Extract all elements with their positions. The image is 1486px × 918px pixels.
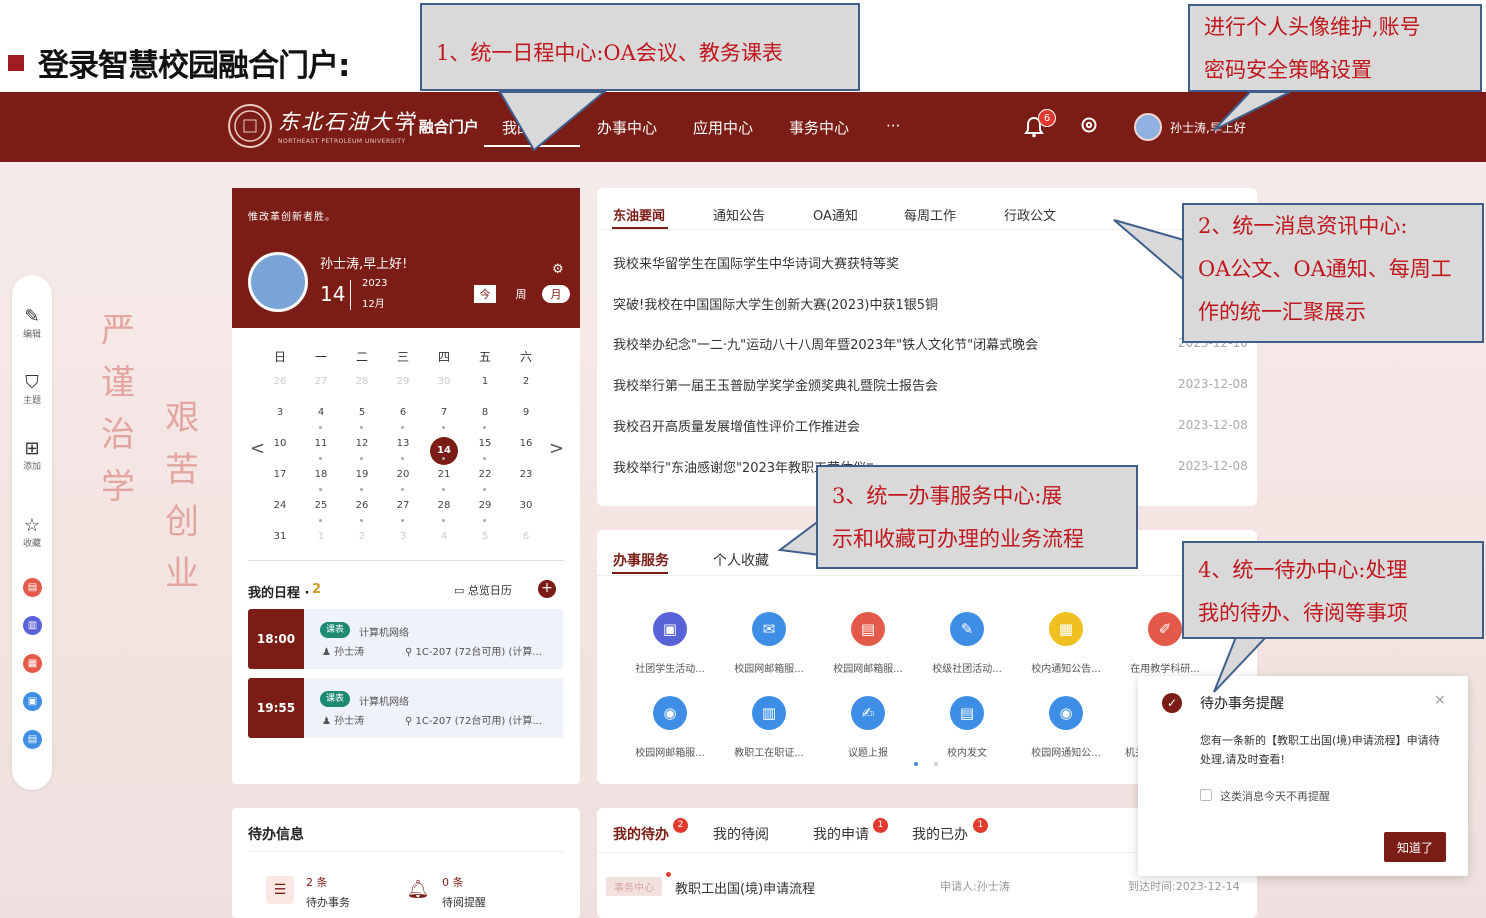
callout-3-tail	[777, 518, 821, 557]
callout-avatar-security: 进行个人头像维护,账号 密码安全策略设置	[1188, 4, 1482, 92]
callout-message-center: 2、统一消息资讯中心: OA公文、OA通知、每周工 作的统一汇聚展示	[1182, 203, 1484, 343]
callout-4-tail	[1213, 636, 1269, 693]
callout-tails	[498, 91, 1291, 693]
callout-schedule-center: 1、统一日程中心:OA会议、教务课表	[420, 3, 860, 91]
callout-1-tail	[498, 91, 607, 152]
callout-todo-center: 4、统一待办中心:处理 我的待办、待阅等事项	[1182, 541, 1484, 639]
callout-2-tail	[1113, 219, 1185, 283]
callout-top-right-tail	[1213, 91, 1291, 131]
callout-service-center: 3、统一办事服务中心:展 示和收藏可办理的业务流程	[816, 465, 1138, 569]
